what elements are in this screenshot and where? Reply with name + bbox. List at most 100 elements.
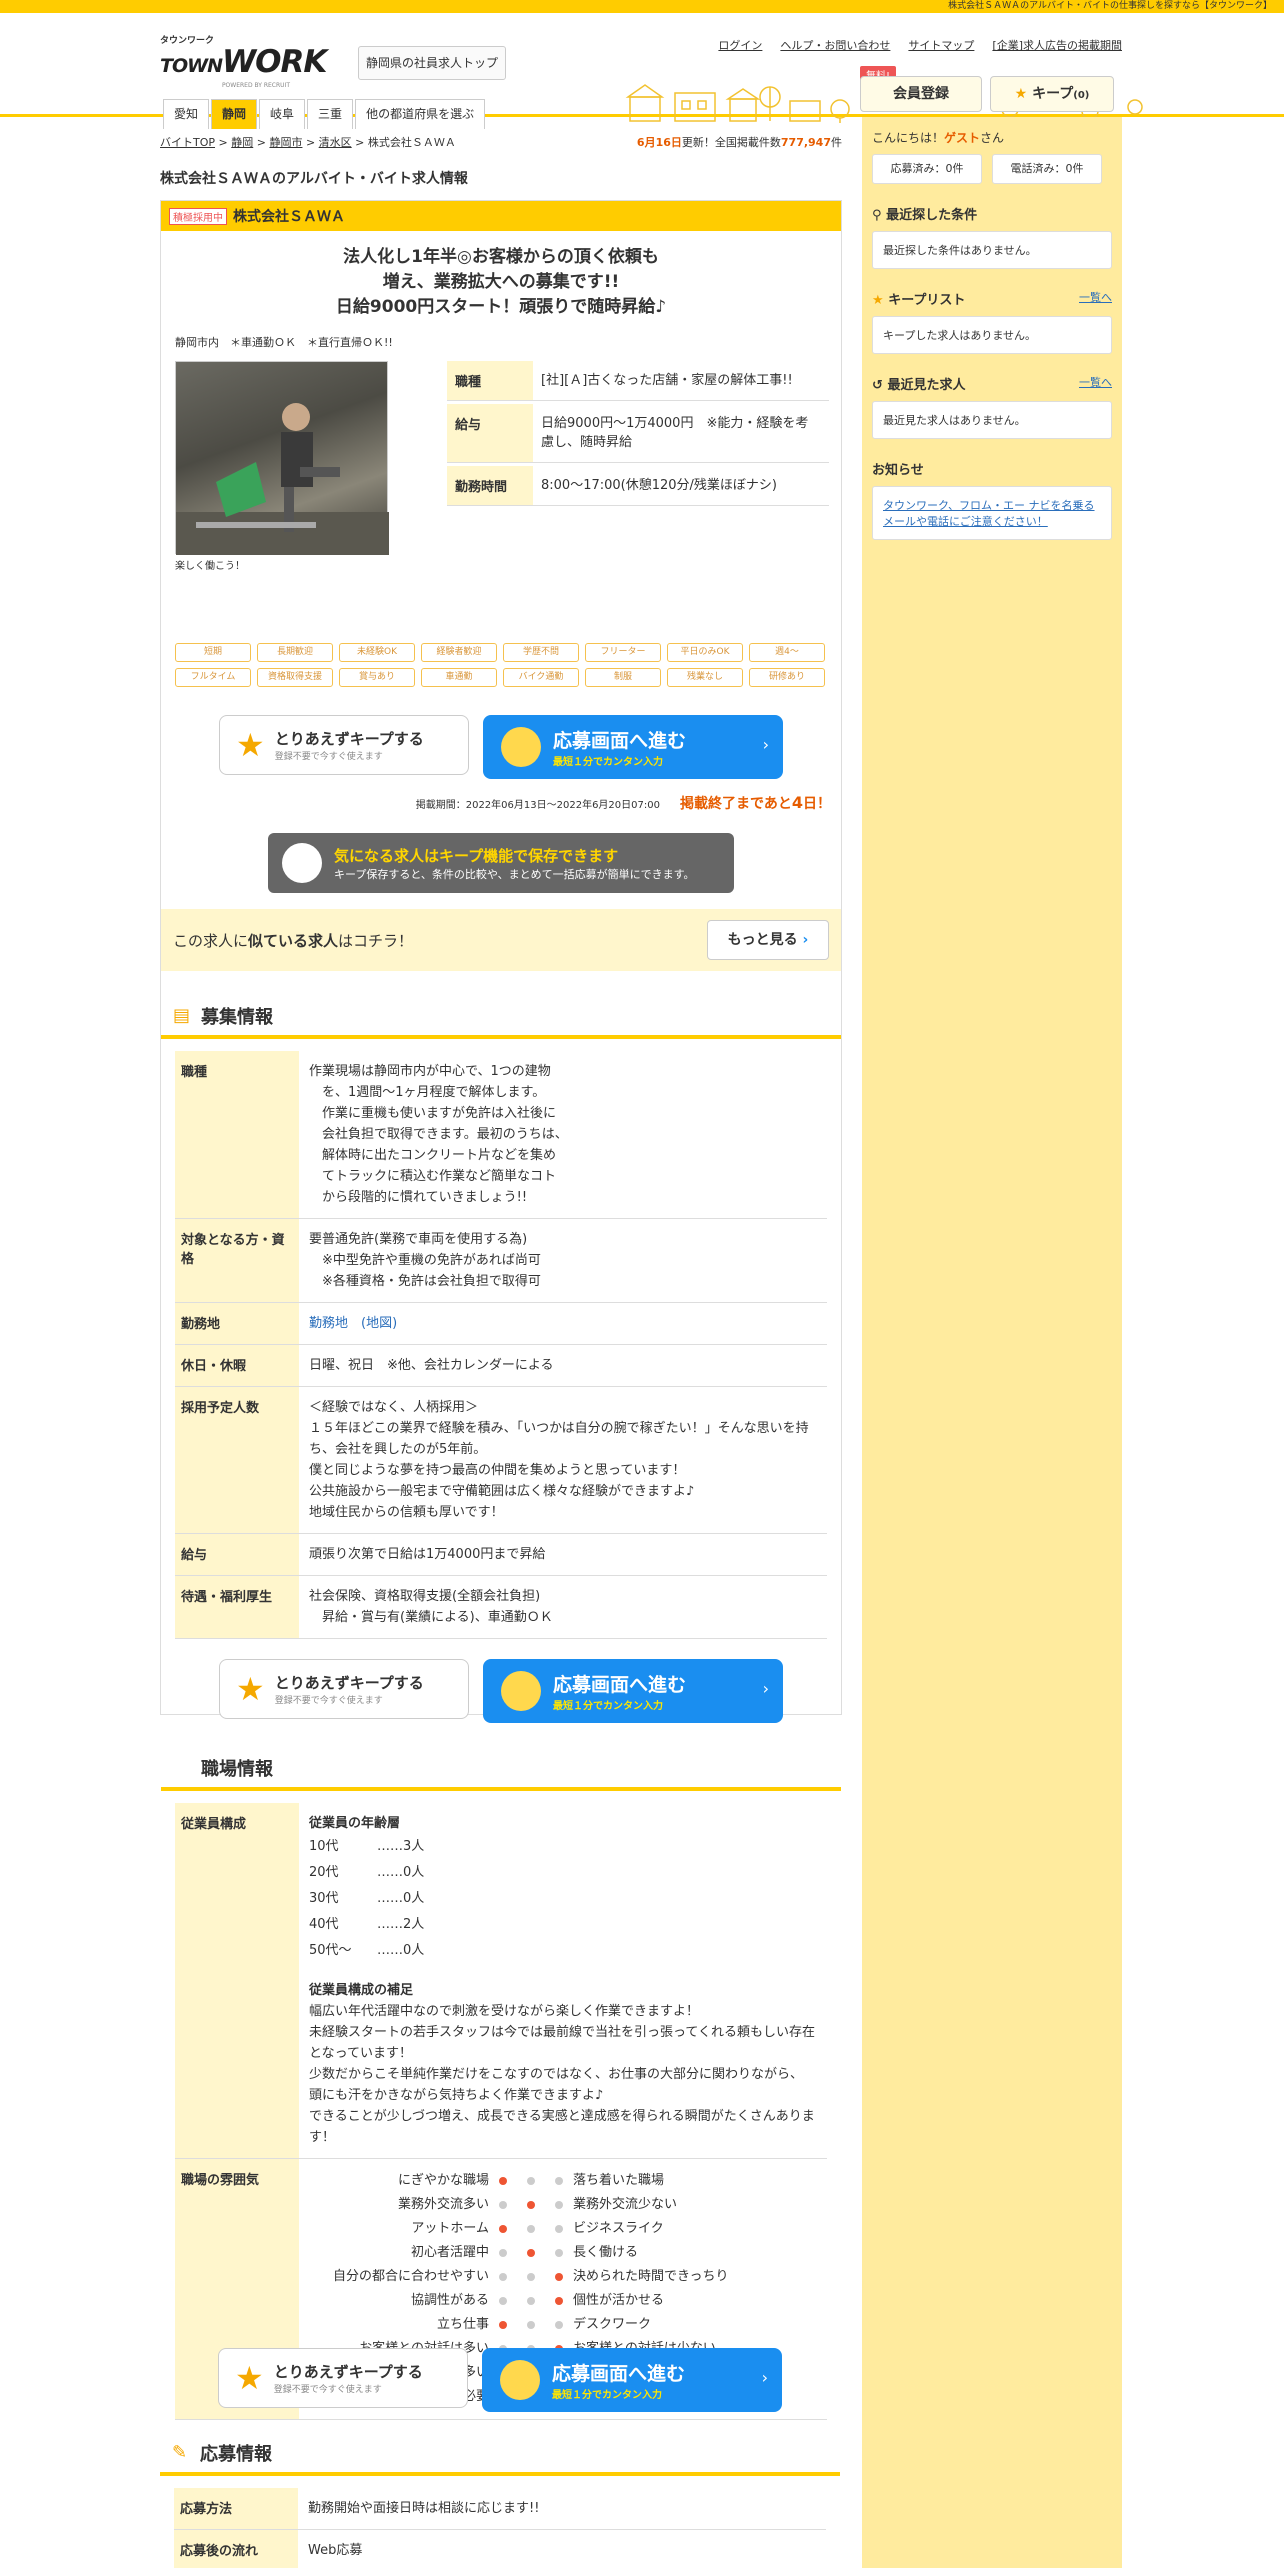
header-keep-button[interactable]: ★ キープ(0) — [990, 76, 1114, 112]
mood-dot — [499, 2177, 507, 2185]
mood-dot — [499, 2321, 507, 2329]
prefecture-tabs: 愛知 静岡 岐阜 三重 他の都道府県を選ぶ — [163, 99, 486, 129]
mood-dot — [555, 2273, 563, 2281]
keeplist-box: キープした求人はありません。 — [872, 316, 1112, 354]
mood-scale — [489, 2217, 573, 2241]
summary-row: 職種 [社][Ａ]古くなった店舗・家屋の解体工事!! — [447, 361, 829, 401]
mood-row: 業務外交流多い 業務外交流少ない — [309, 2193, 817, 2217]
job-photo[interactable] — [175, 361, 389, 555]
workplace-row: 従業員構成 従業員の年齢層 10代 ……3人 20代 ……0人 30代 ……0人 40… — [175, 1803, 827, 2159]
feature-tag: 研修あり — [749, 668, 825, 687]
header-links: ログイン ヘルプ・お問い合わせ サイトマップ [企業]求人広告の掲載期間 — [718, 37, 1122, 53]
mood-scale — [489, 2313, 573, 2337]
search-icon: ⚲ — [872, 208, 882, 223]
recent-viewed-link[interactable]: 一覧へ — [1079, 374, 1112, 393]
feature-tag: 週4～ — [749, 643, 825, 662]
bc-baito-top[interactable]: バイトTOP — [160, 136, 215, 149]
feature-tag: 長期歓迎 — [257, 643, 333, 662]
keeplist-header: ★ キープリスト 一覧へ — [872, 289, 1112, 308]
bottom-actions: ★ とりあえずキープする 登録不要で今すぐ使えます 応募画面へ進む 最短１分でカンタン… — [160, 2348, 840, 2568]
job-summary-table: 職種 [社][Ａ]古くなった店舗・家屋の解体工事!! 給与 日給9000円～1万40… — [447, 361, 829, 509]
bc-shizuoka-city[interactable]: 静岡市 — [269, 136, 302, 149]
mood-row: にぎやかな職場 落ち着いた職場 — [309, 2169, 817, 2193]
mood-scale — [489, 2241, 573, 2265]
notice-link[interactable]: タウンワーク、フロム・エー ナビを名乗るメールや電話にご注意ください！ — [883, 499, 1095, 528]
mood-dot — [499, 2225, 507, 2233]
notice-box: タウンワーク、フロム・エー ナビを名乗るメールや電話にご注意ください！ — [872, 486, 1112, 540]
mood-dot — [527, 2249, 535, 2257]
mood-row: 初心者活躍中 長く働ける — [309, 2241, 817, 2265]
update-info: 6月16日更新！全国掲載件数777,947件 — [636, 136, 842, 149]
feature-tag: 資格取得支援 — [257, 668, 333, 687]
bc-shimizu[interactable]: 清水区 — [319, 136, 352, 149]
mood-dot — [527, 2201, 535, 2209]
logo-wordmark: TOWNWORK — [160, 44, 327, 80]
bird-mascot-icon — [282, 843, 322, 883]
sitemap-link[interactable]: サイトマップ — [908, 37, 974, 53]
apply-button[interactable]: 応募画面へ進む 最短１分でカンタン入力 › — [482, 2348, 782, 2412]
apply-button[interactable]: 応募画面へ進む 最短１分でカンタン入力 › — [483, 715, 783, 779]
more-similar-button[interactable]: もっと見る › — [707, 920, 829, 960]
keeplist-link[interactable]: 一覧へ — [1079, 289, 1112, 308]
tab-mie[interactable]: 三重 — [307, 99, 354, 129]
help-link[interactable]: ヘルプ・お問い合わせ — [780, 37, 890, 53]
star-icon: ★ — [872, 293, 884, 308]
recruit-row: 待遇・福利厚生 社会保険、資格取得支援(全額会社負担) 昇給・賞与有(業績による)… — [175, 1576, 827, 1639]
tab-aichi[interactable]: 愛知 — [163, 99, 210, 129]
workplace-table: 従業員構成 従業員の年齢層 10代 ……3人 20代 ……0人 30代 ……0人 40… — [175, 1803, 827, 2420]
mood-row: 立ち仕事 デスクワーク — [309, 2313, 817, 2337]
page-title: 株式会社ＳＡＷＡのアルバイト・バイト求人情報 — [160, 171, 468, 187]
login-link[interactable]: ログイン — [718, 37, 762, 53]
apply-section-title: ✎ 応募情報 — [160, 2420, 840, 2476]
job-location: 静岡市内 ＊車通勤ＯＫ ＊直行直帰ＯＫ!! — [175, 336, 393, 349]
applied-count[interactable]: 応募済み：0件 — [872, 154, 982, 184]
mood-dot — [527, 2273, 535, 2281]
feature-tag: 残業なし — [667, 668, 743, 687]
bc-current: 株式会社ＳＡＷＡ — [367, 136, 456, 149]
star-icon: ★ — [236, 1670, 265, 1708]
mood-dot — [555, 2225, 563, 2233]
company-name[interactable]: 株式会社ＳＡＷＡ — [233, 206, 345, 226]
mood-row: 自分の都合に合わせやすい 決められた時間できっちり — [309, 2265, 817, 2289]
register-button[interactable]: 会員登録 — [860, 76, 982, 112]
job-card-header: 積極採用中 株式会社ＳＡＷＡ — [161, 201, 841, 231]
photo-caption: 楽しく働こう！ — [175, 561, 245, 572]
mood-dot — [527, 2321, 535, 2329]
summary-row: 給与 日給9000円～1万4000円 ※能力・経験を考慮し、随時昇給 — [447, 404, 829, 463]
apply-table: 応募方法 勤務開始や面接日時は相談に応じます!! 応募後の流れ Web応募 — [174, 2488, 826, 2568]
mood-scale — [489, 2289, 573, 2313]
chevron-right-icon: › — [762, 1679, 769, 1698]
mood-dot — [499, 2201, 507, 2209]
feature-tags: 短期 長期歓迎 未経験OK 経験者歓迎 学歴不問 フリーター 平日のみOK 週4… — [175, 643, 830, 687]
apply-button[interactable]: 応募画面へ進む 最短１分でカンタン入力 › — [483, 1659, 783, 1723]
feature-tag: 車通勤 — [421, 668, 497, 687]
recruit-row: 休日・休暇 日曜、祝日 ※他、会社カレンダーによる — [175, 1345, 827, 1387]
called-count[interactable]: 電話済み：0件 — [992, 154, 1102, 184]
bc-shizuoka[interactable]: 静岡 — [231, 136, 253, 149]
mood-dot — [555, 2177, 563, 2185]
mood-dot — [527, 2297, 535, 2305]
keep-button[interactable]: ★ とりあえずキープする 登録不要で今すぐ使えます — [219, 1659, 469, 1719]
tab-gifu[interactable]: 岐阜 — [259, 99, 306, 129]
tab-shizuoka[interactable]: 静岡 — [211, 99, 258, 129]
mood-scale — [489, 2193, 573, 2217]
star-icon: ★ — [235, 2359, 264, 2397]
site-header: タウンワーク TOWNWORK POWERED BY RECRUIT 静岡県の社… — [0, 13, 1284, 129]
company-ad-link[interactable]: [企業]求人広告の掲載期間 — [992, 37, 1122, 53]
recent-cond-header: ⚲ 最近探した条件 — [872, 208, 978, 223]
bird-mascot-icon — [501, 727, 541, 767]
workplace-section-title: 職場情報 — [161, 1735, 841, 1791]
posting-period: 掲載期間：2022年06月13日～2022年6月20日07:00 掲載終了まであと… — [415, 793, 831, 812]
chevron-right-icon: › — [761, 2368, 768, 2387]
pref-top-button[interactable]: 静岡県の社員求人トップ — [358, 46, 506, 80]
keep-button[interactable]: ★ とりあえずキープする 登録不要で今すぐ使えます — [219, 715, 469, 775]
townwork-logo[interactable]: タウンワーク TOWNWORK POWERED BY RECRUIT — [160, 33, 327, 89]
pencil-icon: ✎ — [172, 2442, 188, 2463]
recruit-row: 給与 頑張り次第で日給は1万4000円まで昇給 — [175, 1534, 827, 1576]
summary-row: 勤務時間 8:00～17:00(休憩120分/残業ほぼナシ) — [447, 466, 829, 506]
tab-other-prefs[interactable]: 他の都道府県を選ぶ — [355, 99, 486, 129]
feature-tag: 未経験OK — [339, 643, 415, 662]
keep-info-banner[interactable]: 気になる求人はキープ機能で保存できます キープ保存すると、条件の比較や、まとめて一… — [268, 833, 734, 893]
clipboard-icon: ▤ — [173, 1005, 191, 1026]
keep-button[interactable]: ★ とりあえずキープする 登録不要で今すぐ使えます — [218, 2348, 468, 2408]
